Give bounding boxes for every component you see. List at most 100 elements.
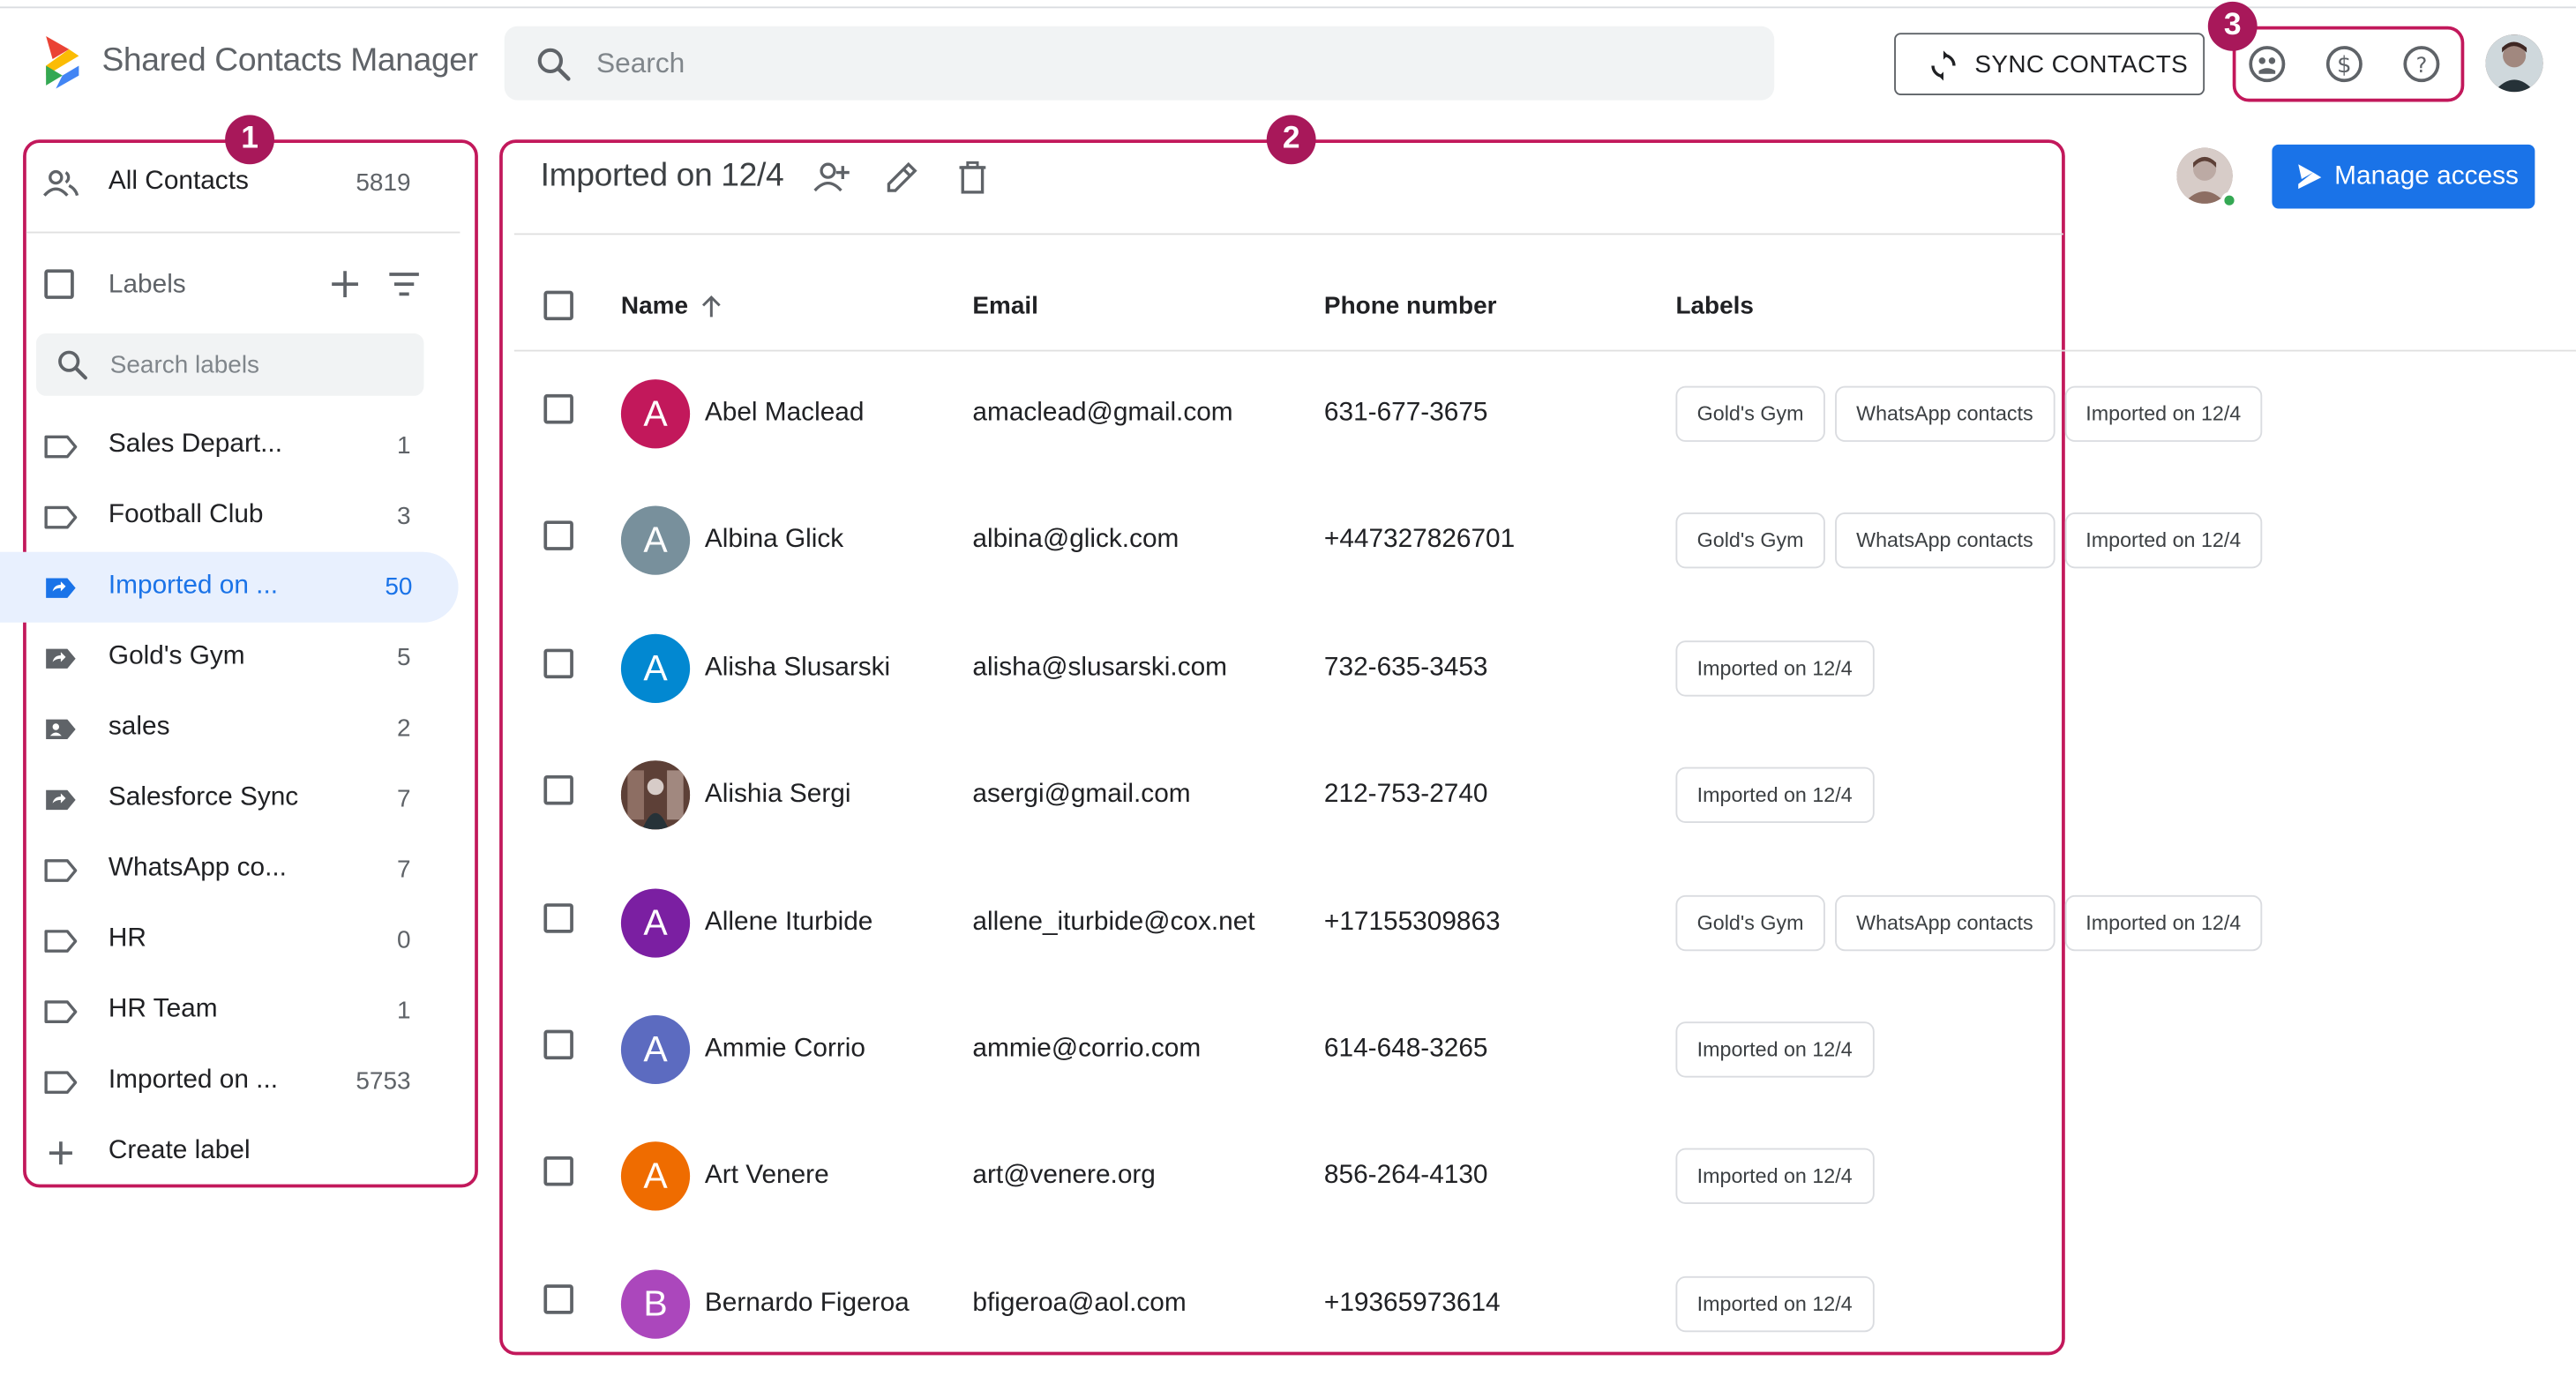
label-chip[interactable]: WhatsApp contacts — [1834, 894, 2055, 951]
sidebar-item-count: 50 — [385, 572, 413, 602]
sidebar-item-label-6[interactable]: WhatsApp co... 7 — [26, 834, 457, 905]
row-checkbox[interactable] — [543, 521, 573, 551]
delete-trash-icon[interactable] — [953, 158, 992, 198]
app-logo-icon — [46, 35, 79, 89]
contact-labels: Gold's Gym WhatsApp contacts Imported on 1… — [1675, 894, 2272, 951]
shared-label-icon — [46, 578, 76, 598]
column-header-email[interactable]: Email — [972, 292, 1038, 320]
label-chip[interactable]: Imported on 12/4 — [2064, 385, 2263, 442]
labels-select-all-checkbox[interactable] — [44, 269, 74, 299]
manage-access-button[interactable]: Manage access — [2272, 144, 2535, 209]
label-outline-icon — [44, 930, 78, 953]
label-chip[interactable]: Imported on 12/4 — [2064, 512, 2263, 570]
sidebar-item-label-9[interactable]: Imported on ... 5753 — [26, 1046, 457, 1117]
label-chip[interactable]: Imported on 12/4 — [1675, 1148, 1874, 1205]
label-outline-icon — [44, 859, 78, 882]
sidebar-item-label: Imported on ... — [108, 1066, 279, 1095]
row-checkbox[interactable] — [543, 648, 573, 678]
table-row[interactable]: A Ammie Corrio ammie@corrio.com 614-648-326… — [514, 987, 2576, 1113]
sidebar-item-count: 1 — [397, 431, 411, 460]
contact-labels: Imported on 12/4 — [1675, 639, 1883, 697]
sidebar-item-all-contacts[interactable]: All Contacts 5819 — [26, 148, 457, 219]
sidebar-item-label-3[interactable]: Gold's Gym 5 — [26, 623, 457, 693]
contact-phone: 212-753-2740 — [1323, 780, 1488, 809]
label-chip[interactable]: Imported on 12/4 — [1675, 767, 1874, 824]
select-all-checkbox[interactable] — [543, 290, 573, 321]
label-chip[interactable]: Gold's Gym — [1675, 512, 1825, 570]
contact-name[interactable]: Ammie Corrio — [705, 1035, 865, 1065]
table-row[interactable]: A Allene Iturbide allene_iturbide@cox.net +… — [514, 860, 2576, 986]
label-chip[interactable]: Gold's Gym — [1675, 894, 1825, 951]
contact-avatar: A — [620, 506, 691, 576]
contact-name[interactable]: Alishia Sergi — [705, 781, 851, 811]
table-row[interactable]: B Bernardo Figeroa bfigeroa@aol.com +193659… — [514, 1241, 2576, 1367]
table-row[interactable]: A Albina Glick albina@glick.com +4473278267… — [514, 479, 2576, 605]
sidebar-item-count: 1 — [397, 997, 411, 1026]
label-chip[interactable]: Gold's Gym — [1675, 385, 1825, 442]
sync-contacts-label: SYNC CONTACTS — [1974, 50, 2189, 79]
share-arrow-icon — [2298, 164, 2322, 190]
callout-badge-3: 3 — [2207, 1, 2258, 51]
sidebar-item-label: Football Club — [108, 500, 264, 529]
column-header-name[interactable]: Name — [621, 292, 721, 320]
sidebar-item-label-5[interactable]: Salesforce Sync 7 — [26, 764, 457, 834]
contact-name[interactable]: Alisha Slusarski — [705, 654, 890, 684]
page-title: Imported on 12/4 — [540, 157, 784, 194]
row-checkbox[interactable] — [543, 775, 573, 805]
contact-labels: Imported on 12/4 — [1675, 1148, 1883, 1205]
column-header-labels: Labels — [1675, 292, 1754, 321]
sidebar-item-label-1[interactable]: Football Club 3 — [26, 482, 457, 552]
row-checkbox[interactable] — [543, 1029, 573, 1060]
add-label-icon[interactable] — [327, 266, 363, 303]
user-avatar[interactable] — [2485, 34, 2543, 93]
contact-name[interactable]: Bernardo Figeroa — [705, 1289, 910, 1319]
add-contact-icon[interactable] — [812, 158, 851, 198]
row-checkbox[interactable] — [543, 1156, 573, 1187]
label-chip[interactable]: Imported on 12/4 — [1675, 639, 1874, 697]
contact-name[interactable]: Allene Iturbide — [705, 908, 872, 938]
filter-icon[interactable] — [386, 266, 423, 303]
sidebar-item-label-4[interactable]: sales 2 — [26, 693, 457, 764]
row-checkbox[interactable] — [543, 1283, 573, 1314]
sidebar-item-label: Imported on ... — [108, 572, 279, 600]
table-row[interactable]: A Abel Maclead amaclead@gmail.com 631-677-3… — [514, 352, 2576, 478]
row-checkbox[interactable] — [543, 393, 573, 424]
contact-name[interactable]: Albina Glick — [705, 527, 843, 557]
sync-contacts-button[interactable]: SYNC CONTACTS — [1894, 33, 2205, 96]
callout-badge-2: 2 — [1266, 115, 1316, 165]
sidebar-item-label: All Contacts — [108, 167, 249, 196]
sidebar-item-label-2[interactable]: Imported on ... 50 — [0, 551, 459, 623]
row-checkbox[interactable] — [543, 902, 573, 932]
search-input[interactable]: Search — [504, 26, 1775, 101]
contact-email: art@venere.org — [972, 1162, 1156, 1190]
column-header-phone[interactable]: Phone number — [1324, 292, 1497, 320]
label-chip[interactable]: Imported on 12/4 — [1675, 1021, 1874, 1078]
sidebar-item-label-0[interactable]: Sales Depart... 1 — [26, 411, 457, 482]
contact-email: albina@glick.com — [972, 526, 1179, 555]
sidebar-item-count: 2 — [397, 714, 411, 743]
sidebar-item-label: WhatsApp co... — [108, 854, 287, 883]
manage-access-label: Manage access — [2334, 162, 2519, 191]
contact-avatar: B — [620, 1269, 691, 1339]
contact-avatar — [620, 760, 691, 830]
label-chip[interactable]: WhatsApp contacts — [1834, 385, 2055, 442]
search-labels-input[interactable]: Search labels — [35, 333, 424, 396]
table-row[interactable]: A Alisha Slusarski alisha@slusarski.com 732… — [514, 606, 2576, 732]
main-header-divider — [513, 233, 2063, 236]
sidebar-item-label: sales — [108, 713, 170, 741]
table-row[interactable]: A Art Venere art@venere.org 856-264-4130 Imp… — [514, 1114, 2576, 1240]
create-label-button[interactable]: Create label — [26, 1117, 457, 1187]
sidebar-item-label: Sales Depart... — [108, 430, 282, 459]
contact-phone: 631-677-3675 — [1323, 399, 1488, 428]
sidebar-item-label-8[interactable]: HR Team 1 — [26, 976, 457, 1046]
contact-name[interactable]: Art Venere — [705, 1162, 829, 1192]
label-chip[interactable]: Imported on 12/4 — [1675, 1275, 1874, 1332]
contact-phone: 614-648-3265 — [1323, 1035, 1488, 1063]
label-chip[interactable]: WhatsApp contacts — [1834, 512, 2055, 570]
edit-pencil-icon[interactable] — [882, 158, 922, 198]
contact-name[interactable]: Abel Maclead — [705, 400, 865, 430]
table-row[interactable]: Alishia Sergi asergi@gmail.com 212-753-274… — [514, 733, 2576, 859]
sidebar-item-count: 7 — [397, 856, 411, 884]
label-chip[interactable]: Imported on 12/4 — [2064, 894, 2263, 951]
sidebar-item-label-7[interactable]: HR 0 — [26, 905, 457, 976]
